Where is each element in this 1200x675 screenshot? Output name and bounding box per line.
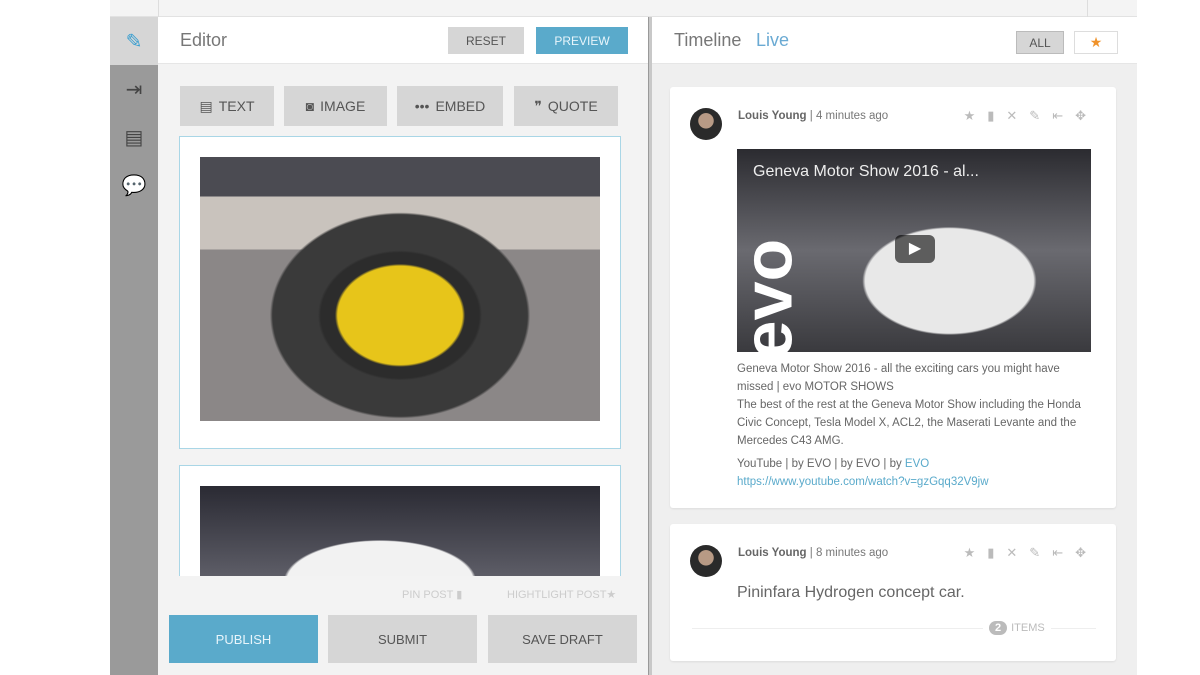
edit-icon[interactable]: ✎ [1029,545,1040,561]
quote-icon: ❞ [534,97,542,114]
add-quote-button[interactable]: ❞ QUOTE [514,86,618,126]
image-block[interactable] [179,136,621,449]
pin-icon[interactable]: ▮ [987,545,994,561]
sidebar-item-comments[interactable]: 💬 [110,161,158,209]
car-photo [200,486,600,576]
video-embed[interactable]: Geneva Motor Show 2016 - al... evo ▶ [737,149,1091,352]
post-time: | 4 minutes ago [809,110,889,122]
items-count: 2 ITEMS [983,621,1051,635]
star-icon[interactable]: ★ [964,108,976,124]
add-embed-button[interactable]: ••• EMBED [397,86,503,126]
move-icon[interactable]: ✥ [1075,545,1086,561]
source-link[interactable]: EVO [905,458,929,470]
add-image-button[interactable]: ◙ IMAGE [284,86,387,126]
camera-icon: ◙ [305,98,315,114]
export-icon: ⇥ [125,78,143,101]
filter-starred-button[interactable]: ★ [1074,31,1118,54]
move-icon[interactable]: ✥ [1075,108,1086,124]
editor-content[interactable] [158,134,648,576]
edit-icon[interactable]: ✎ [1029,108,1040,124]
post-actions: ★ ▮ ✕ ✎ ⇤ ✥ [964,545,1086,561]
avatar [690,108,722,140]
archive-icon: ▤ [124,126,144,149]
timeline-post: Louis Young | 4 minutes ago ★ ▮ ✕ ✎ ⇤ ✥ Genev… [670,87,1116,508]
sidebar-item-editor[interactable]: ✎ [110,17,158,65]
car-photo [200,157,600,421]
close-icon[interactable]: ✕ [1006,108,1017,124]
preview-button[interactable]: PREVIEW [536,27,628,54]
video-description: Geneva Motor Show 2016 - all the excitin… [737,363,1060,393]
export-icon[interactable]: ⇤ [1052,108,1063,124]
video-url-link[interactable]: https://www.youtube.com/watch?v=gzGqq32V… [737,476,989,488]
video-summary: The best of the rest at the Geneva Motor… [737,399,1081,447]
post-actions: ★ ▮ ✕ ✎ ⇤ ✥ [964,108,1086,124]
image-block[interactable] [179,465,621,576]
post-author: Louis Young [738,110,807,122]
edit-icon: ✎ [125,30,143,53]
sidebar-item-archive[interactable]: ▤ [110,113,158,161]
comment-icon: 💬 [121,174,147,197]
timeline-header: Timeline Live ALL ★ [652,17,1137,64]
play-icon[interactable]: ▶ [895,235,935,263]
post-text: Pininfara Hydrogen concept car. [737,584,965,601]
video-source: YouTube | by EVO | by EVO | by [737,458,905,470]
video-title: Geneva Motor Show 2016 - al... [753,163,979,180]
sidebar: ✎ ⇥ ▤ 💬 [110,17,158,675]
editor-panel: Editor RESET PREVIEW ▤ TEXT ◙ IMAGE ••• EMB… [158,17,648,675]
close-icon[interactable]: ✕ [1006,545,1017,561]
editor-header: Editor RESET PREVIEW [158,17,648,64]
timeline-title: Timeline [674,30,742,50]
publish-button[interactable]: PUBLISH [169,615,318,663]
timeline-panel: Timeline Live ALL ★ Louis Young | 4 minu… [652,17,1137,675]
highlight-post-toggle[interactable]: HIGHTLIGHT POST★ [507,588,616,601]
embed-icon: ••• [414,98,430,114]
star-icon: ★ [606,589,617,601]
reset-button[interactable]: RESET [448,27,524,54]
evo-logo: evo [737,238,807,352]
top-bar [110,0,1137,17]
post-author: Louis Young [738,547,807,559]
save-draft-button[interactable]: SAVE DRAFT [488,615,637,663]
avatar [690,545,722,577]
sidebar-item-export[interactable]: ⇥ [110,65,158,113]
post-time: | 8 minutes ago [809,547,889,559]
timeline-post: Louis Young | 8 minutes ago ★ ▮ ✕ ✎ ⇤ ✥ Pinin… [670,524,1116,661]
pin-icon: ▮ [456,589,463,601]
filter-all-button[interactable]: ALL [1016,31,1064,54]
submit-button[interactable]: SUBMIT [328,615,477,663]
live-label: Live [756,30,790,50]
pin-post-toggle[interactable]: PIN POST ▮ [402,588,462,601]
editor-title: Editor [180,30,228,50]
export-icon[interactable]: ⇤ [1052,545,1063,561]
star-icon[interactable]: ★ [964,545,976,561]
add-text-button[interactable]: ▤ TEXT [180,86,274,126]
text-icon: ▤ [199,97,213,114]
pin-icon[interactable]: ▮ [987,108,994,124]
